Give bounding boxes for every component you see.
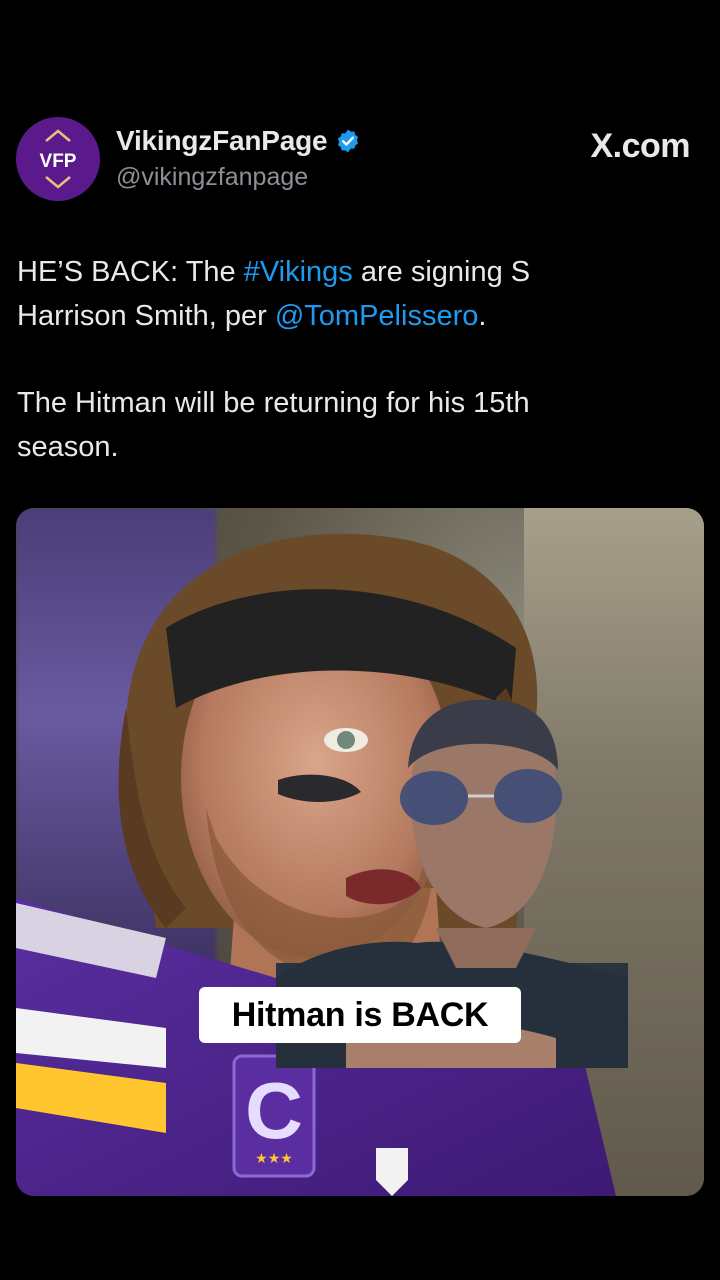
account-names: VikingzFanPage @vikingzfanpage <box>116 125 361 192</box>
tweet-media[interactable]: C ★★★ <box>16 508 704 1196</box>
x-com-logo: X.com <box>590 127 690 165</box>
avatar[interactable]: VFP <box>16 117 100 201</box>
tweet-line-1: HE’S BACK: The #Vikings are signing S <box>17 250 697 294</box>
hashtag-link[interactable]: #Vikings <box>244 256 353 288</box>
verified-badge-icon <box>338 129 359 153</box>
handle[interactable]: @vikingzfanpage <box>116 163 361 192</box>
tweet-line-2: Harrison Smith, per @TomPelissero. <box>17 294 697 338</box>
tweet-text-segment: are signing S <box>352 256 531 288</box>
tweet-paragraph-2: The Hitman will be returning for his 15t… <box>17 387 530 463</box>
avatar-label: VFP <box>40 151 77 172</box>
tweet-text-segment: . <box>478 300 487 332</box>
player-photo: C ★★★ <box>16 533 628 1196</box>
caption-text: Hitman is BACK <box>231 995 489 1034</box>
vfp-logo-icon: VFP <box>40 129 77 189</box>
tweet-text: HE’S BACK: The #Vikings are signing S Ha… <box>17 250 697 469</box>
video-caption: Hitman is BACK <box>199 987 521 1043</box>
captain-stars: ★★★ <box>255 1151 293 1167</box>
captain-patch-letter: C <box>245 1066 303 1155</box>
tweet-header: VFP VikingzFanPage @vikingzfanpage X.com <box>16 117 704 203</box>
display-name[interactable]: VikingzFanPage <box>116 125 328 157</box>
tweet-text-segment: Harrison Smith, per <box>17 300 275 332</box>
mention-link[interactable]: @TomPelissero <box>275 300 479 332</box>
tweet-text-segment: HE’S BACK: The <box>17 256 244 288</box>
